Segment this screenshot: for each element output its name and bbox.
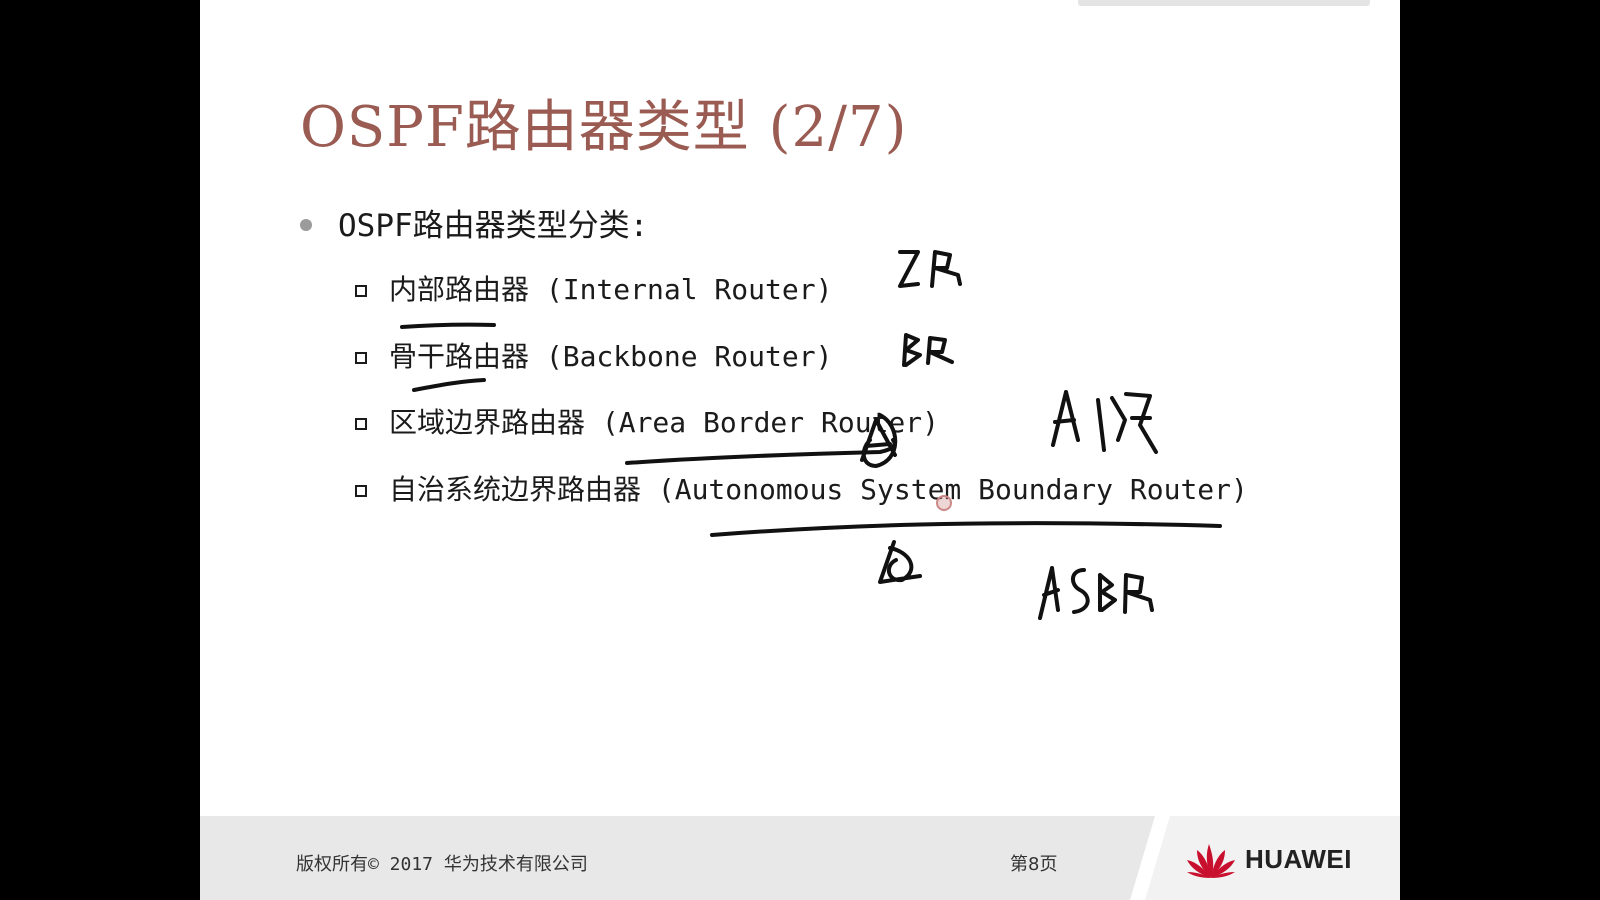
square-bullet-icon xyxy=(355,485,367,497)
sub-bullet-text: 自治系统边界路由器 (Autonomous System Boundary Ro… xyxy=(389,473,1248,506)
main-bullet: OSPF路由器类型分类: xyxy=(300,200,648,245)
sub-bullet-area-border: 区域边界路由器 (Area Border Router) xyxy=(355,401,939,441)
sub-bullet-text: 内部路由器 (Internal Router) xyxy=(389,273,833,306)
slide-canvas: OSPF路由器类型 (2/7) OSPF路由器类型分类: 内部路由器 (Inte… xyxy=(200,0,1400,900)
sub-bullet-internal: 内部路由器 (Internal Router) xyxy=(355,268,832,308)
main-bullet-text: OSPF路由器类型分类: xyxy=(338,208,649,244)
sub-bullet-text: 区域边界路由器 (Area Border Router) xyxy=(389,406,940,439)
top-tab xyxy=(1078,0,1370,6)
slide-title: OSPF路由器类型 (2/7) xyxy=(300,95,908,160)
page-number: 第8页 xyxy=(1010,854,1058,875)
huawei-logo: HUAWEI xyxy=(1185,838,1352,880)
square-bullet-icon xyxy=(355,418,367,430)
huawei-flower-icon xyxy=(1187,844,1235,878)
square-bullet-icon xyxy=(355,285,367,297)
sub-bullet-backbone: 骨干路由器 (Backbone Router) xyxy=(355,335,832,375)
copyright-text: 版权所有© 2017 华为技术有限公司 xyxy=(296,854,588,875)
sub-bullet-asbr: 自治系统边界路由器 (Autonomous System Boundary Ro… xyxy=(355,468,1248,508)
sub-bullet-text: 骨干路由器 (Backbone Router) xyxy=(389,340,833,373)
square-bullet-icon xyxy=(355,352,367,364)
bullet-dot-icon xyxy=(300,218,312,231)
brand-text: HUAWEI xyxy=(1245,843,1352,874)
pointer-cursor xyxy=(936,495,952,511)
